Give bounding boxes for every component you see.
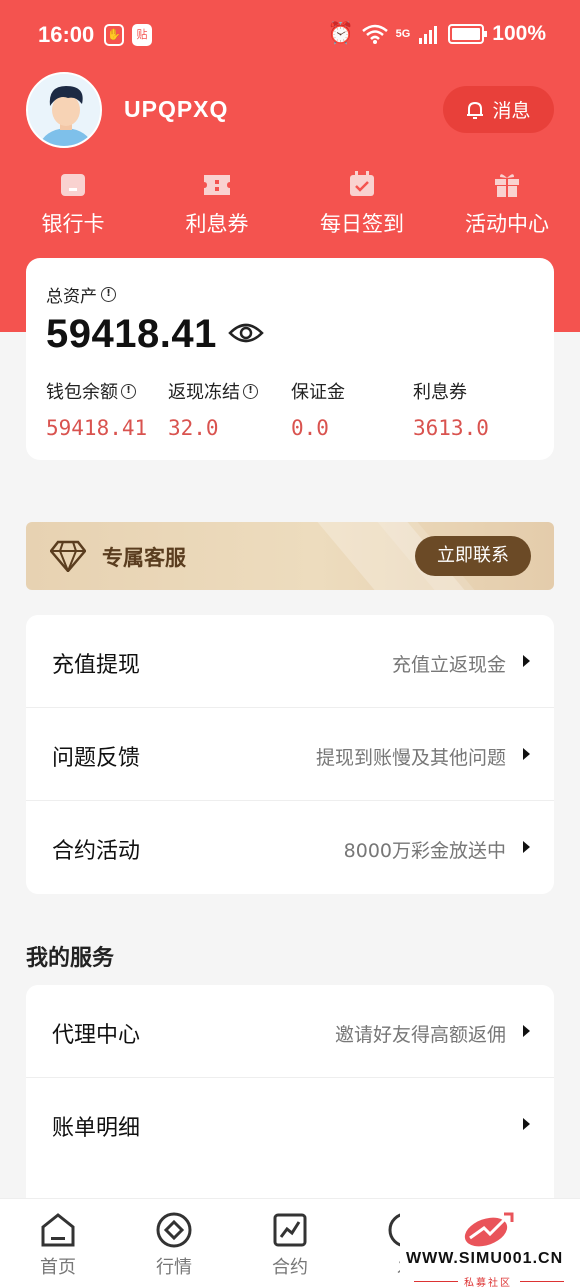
avatar[interactable] bbox=[26, 72, 102, 148]
eye-icon[interactable] bbox=[228, 320, 264, 346]
ticket-icon bbox=[204, 175, 230, 195]
row-title: 问题反馈 bbox=[52, 746, 141, 771]
row-title: 账单明细 bbox=[52, 1116, 141, 1141]
info-icon[interactable]: ! bbox=[243, 383, 258, 399]
info-icon[interactable]: ! bbox=[101, 287, 116, 302]
battery-percent: 100% bbox=[492, 22, 546, 45]
chevron-right-icon bbox=[523, 1025, 530, 1037]
calendar-check-icon bbox=[350, 171, 374, 196]
battery-icon bbox=[448, 24, 488, 44]
stat-cashback-frozen[interactable]: 返现冻结! 32.0 bbox=[168, 378, 258, 440]
network-label: 5G bbox=[395, 27, 411, 40]
row-description: 8000万彩金放送中 bbox=[343, 840, 506, 862]
total-assets-value: 59418.41 bbox=[46, 312, 217, 356]
status-time: 16:00 bbox=[38, 22, 95, 47]
row-description: 提现到账慢及其他问题 bbox=[315, 747, 506, 769]
stat-interest-coupon[interactable]: 利息券 3613.0 bbox=[413, 378, 489, 440]
chevron-right-icon bbox=[523, 1118, 530, 1130]
hand-icon: ✋ bbox=[104, 24, 124, 46]
chevron-right-icon bbox=[523, 748, 530, 760]
quick-action-label: 利息券 bbox=[185, 212, 249, 236]
row-title: 代理中心 bbox=[52, 1023, 141, 1048]
total-assets-label: 总资产 ! bbox=[46, 282, 116, 307]
stat-wallet-balance[interactable]: 钱包余额! 59418.41 bbox=[46, 378, 147, 440]
menu-row-recharge-withdraw[interactable]: 充值提现 充值立返现金 bbox=[26, 615, 554, 708]
gift-icon bbox=[495, 174, 519, 197]
watermark-text: WWW.SIMU001.CN bbox=[406, 1250, 564, 1267]
contact-now-button[interactable]: 立即联系 bbox=[415, 536, 531, 576]
services-list: 代理中心 邀请好友得高额返佣 账单明细 bbox=[26, 985, 554, 1215]
status-bar: 16:00 ✋ 贴 ⏰ 5G 100% bbox=[0, 0, 580, 70]
alarm-icon: ⏰ bbox=[327, 22, 354, 45]
row-title: 充值提现 bbox=[52, 653, 141, 678]
menu-row-contract-activity[interactable]: 合约活动 8000万彩金放送中 bbox=[26, 801, 554, 894]
quick-action-checkin[interactable]: 每日签到 bbox=[292, 168, 432, 238]
stat-value: 59418.41 bbox=[46, 416, 148, 440]
wifi-icon bbox=[361, 24, 388, 44]
row-title: 合约活动 bbox=[52, 839, 141, 864]
market-icon bbox=[156, 1212, 192, 1248]
menu-row-bill-details[interactable]: 账单明细 bbox=[26, 1078, 554, 1171]
info-icon[interactable]: ! bbox=[121, 383, 136, 399]
username: UPQPXQ bbox=[124, 96, 229, 122]
stat-value: 0.0 bbox=[291, 416, 329, 440]
vip-banner-title: 专属客服 bbox=[102, 546, 186, 570]
bank-card-icon bbox=[61, 174, 85, 196]
row-description: 邀请好友得高额返佣 bbox=[334, 1024, 506, 1046]
watermark-subtext: 私募社区 bbox=[464, 1278, 512, 1288]
menu-row-agent-center[interactable]: 代理中心 邀请好友得高额返佣 bbox=[26, 985, 554, 1078]
status-indicators: ⏰ 5G 100% bbox=[327, 22, 546, 46]
diamond-icon bbox=[50, 540, 86, 572]
watermark: WWW.SIMU001.CN 私募社区 bbox=[400, 1204, 580, 1288]
message-button-label: 消息 bbox=[492, 100, 531, 122]
main-menu-list: 充值提现 充值立返现金 问题反馈 提现到账慢及其他问题 合约活动 8000万彩金… bbox=[26, 615, 554, 894]
services-section-title: 我的服务 bbox=[26, 946, 115, 971]
row-description: 充值立返现金 bbox=[391, 654, 506, 676]
quick-action-label: 活动中心 bbox=[465, 212, 549, 236]
quick-action-label: 银行卡 bbox=[41, 212, 105, 236]
battery-level bbox=[452, 28, 481, 40]
stat-label: 利息券 bbox=[413, 382, 467, 403]
nav-label: 合约 bbox=[272, 1257, 308, 1278]
watermark-logo bbox=[464, 1212, 514, 1247]
nav-tab-market[interactable]: 行情 bbox=[134, 1211, 214, 1279]
quick-action-label: 每日签到 bbox=[320, 212, 404, 236]
divider bbox=[520, 1281, 564, 1282]
stat-label: 返现冻结 bbox=[168, 382, 240, 403]
stat-value: 32.0 bbox=[168, 416, 219, 440]
notification-badge-icon: 贴 bbox=[132, 24, 152, 46]
total-assets-label-text: 总资产 bbox=[46, 287, 97, 307]
nav-tab-home[interactable]: 首页 bbox=[18, 1211, 98, 1279]
quick-action-activity[interactable]: 活动中心 bbox=[437, 168, 577, 238]
chevron-right-icon bbox=[523, 841, 530, 853]
quick-action-bank-card[interactable]: 银行卡 bbox=[3, 168, 143, 238]
stat-label: 钱包余额 bbox=[46, 382, 118, 403]
nav-label: 首页 bbox=[40, 1257, 76, 1278]
contract-chart-icon bbox=[273, 1213, 307, 1247]
home-icon bbox=[41, 1213, 75, 1247]
chevron-right-icon bbox=[523, 655, 530, 667]
vip-service-banner[interactable]: 专属客服 立即联系 bbox=[26, 522, 554, 590]
menu-row-feedback[interactable]: 问题反馈 提现到账慢及其他问题 bbox=[26, 708, 554, 801]
stat-value: 3613.0 bbox=[413, 416, 489, 440]
divider bbox=[414, 1281, 458, 1282]
bell-icon bbox=[467, 101, 484, 119]
stat-label: 保证金 bbox=[291, 382, 345, 403]
message-button[interactable]: 消息 bbox=[443, 86, 554, 133]
stat-deposit[interactable]: 保证金 0.0 bbox=[291, 378, 345, 440]
signal-icon bbox=[419, 26, 438, 44]
nav-label: 行情 bbox=[156, 1257, 192, 1278]
nav-tab-contract[interactable]: 合约 bbox=[250, 1211, 330, 1279]
quick-action-ticket[interactable]: 利息券 bbox=[147, 168, 287, 238]
asset-card: 总资产 ! 59418.41 钱包余额! 59418.41 返现冻结! 32.0… bbox=[26, 258, 554, 460]
